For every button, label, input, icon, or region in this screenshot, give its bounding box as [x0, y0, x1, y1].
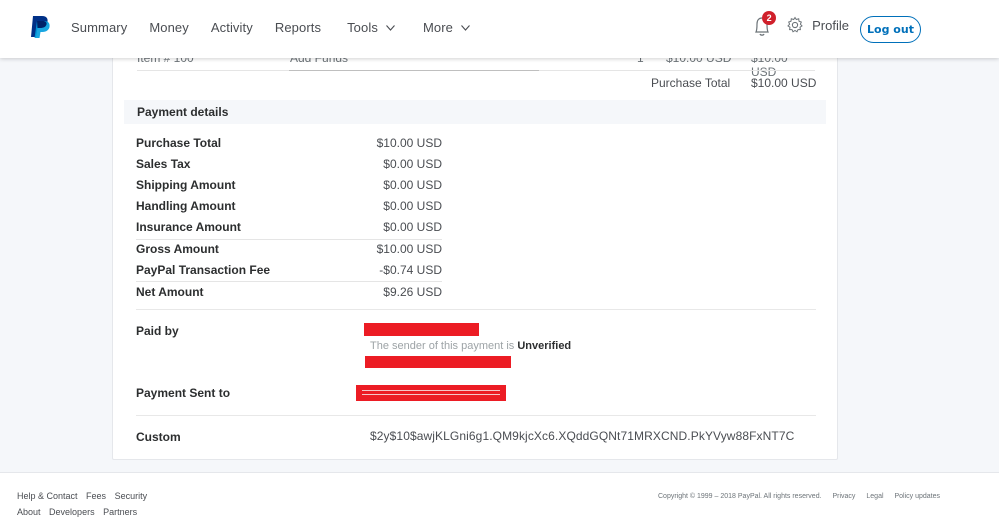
paypal-logo-icon[interactable] [28, 15, 52, 39]
chevron-down-icon [386, 24, 395, 31]
custom-label: Custom [136, 430, 181, 444]
nav-label: Activity [210, 20, 253, 35]
nav-activity[interactable]: Activity [211, 20, 253, 35]
detail-label: Handling Amount [136, 199, 236, 213]
notifications-button[interactable]: 2 [752, 11, 777, 38]
paid-by-label: Paid by [136, 324, 179, 338]
detail-label: Net Amount [136, 285, 204, 299]
detail-row-insurance: Insurance Amount $0.00 USD [136, 217, 442, 238]
detail-row-sales-tax: Sales Tax $0.00 USD [136, 154, 442, 175]
detail-row-purchase-total: Purchase Total $10.00 USD [136, 133, 442, 154]
top-navigation-bar: Summary Money Activity Reports Tools Mor… [0, 0, 999, 58]
divider [136, 415, 816, 416]
footer-link-partners[interactable]: Partners [103, 507, 137, 517]
copyright-text: Copyright © 1999 – 2018 PayPal. All righ… [658, 493, 822, 500]
footer-link-security[interactable]: Security [115, 491, 148, 501]
footer-link-legal[interactable]: Legal [866, 493, 883, 500]
detail-row-shipping: Shipping Amount $0.00 USD [136, 175, 442, 196]
footer-link-privacy[interactable]: Privacy [832, 493, 855, 500]
detail-label: Sales Tax [136, 157, 191, 171]
nav-label: More [422, 20, 453, 35]
divider [289, 70, 539, 71]
detail-value: $10.00 USD [376, 242, 442, 256]
detail-row-handling: Handling Amount $0.00 USD [136, 196, 442, 217]
nav-label: Tools [347, 20, 378, 35]
footer-link-help[interactable]: Help & Contact [17, 491, 78, 501]
footer-link-fees[interactable]: Fees [86, 491, 106, 501]
nav-money[interactable]: Money [149, 20, 189, 35]
payment-sent-to-label: Payment Sent to [136, 386, 231, 400]
detail-label: PayPal Transaction Fee [136, 263, 271, 277]
detail-label: Insurance Amount [136, 220, 241, 234]
detail-value: $0.00 USD [383, 220, 442, 234]
footer: Help & Contact Fees Security About Devel… [0, 472, 999, 519]
detail-value: $10.00 USD [376, 136, 442, 150]
purchase-total-label: Purchase Total [651, 76, 731, 90]
header-tools: 2 Profile [752, 11, 849, 38]
purchase-total-value: $10.00 USD [751, 76, 817, 90]
custom-value: $2y$10$awjKLGni6g1.QM9kjcXc6.XQddGQNt71M… [370, 429, 795, 443]
sender-verification-note: The sender of this payment is Unverified [370, 340, 571, 352]
nav-label: Summary [71, 20, 128, 35]
redacted-recipient-email [356, 385, 506, 401]
sender-note-text: The sender of this payment is [370, 340, 515, 352]
payment-details-heading: Payment details [124, 100, 826, 124]
detail-row-net: Net Amount $9.26 USD [136, 282, 442, 303]
nav-summary[interactable]: Summary [71, 20, 127, 35]
footer-links-row-2: About Developers Partners [17, 507, 143, 517]
footer-links-row-1: Help & Contact Fees Security [17, 491, 153, 501]
divider [136, 309, 816, 310]
footer-link-policy-updates[interactable]: Policy updates [894, 493, 940, 500]
nav-reports[interactable]: Reports [275, 20, 321, 35]
footer-link-developers[interactable]: Developers [49, 507, 95, 517]
nav-tools[interactable]: Tools [347, 20, 395, 35]
detail-value: $0.00 USD [383, 178, 442, 192]
nav-label: Reports [274, 20, 322, 35]
logout-button[interactable]: Log out [860, 16, 921, 43]
redacted-sender-name [364, 323, 479, 336]
detail-row-fee: PayPal Transaction Fee -$0.74 USD [136, 260, 442, 281]
detail-value: $0.00 USD [383, 157, 442, 171]
detail-label: Gross Amount [136, 242, 219, 256]
detail-value: -$0.74 USD [379, 263, 442, 277]
chevron-down-icon [461, 24, 470, 31]
nav-more[interactable]: More [423, 20, 470, 35]
detail-value: $9.26 USD [383, 285, 442, 299]
gear-icon[interactable] [786, 16, 804, 34]
redacted-sender-email [365, 356, 511, 368]
detail-row-gross: Gross Amount $10.00 USD [136, 239, 442, 260]
detail-label: Shipping Amount [136, 178, 236, 192]
main-nav: Summary Money Activity Reports Tools Mor… [71, 20, 492, 35]
sender-status: Unverified [517, 340, 572, 352]
footer-legal: Copyright © 1999 – 2018 PayPal. All righ… [658, 493, 949, 500]
transaction-details-card: Item # 100 Add Funds 1 $10.00 USD $10.00… [112, 30, 838, 460]
footer-link-about[interactable]: About [17, 507, 41, 517]
detail-value: $0.00 USD [383, 199, 442, 213]
profile-link[interactable]: Profile [812, 18, 849, 33]
detail-label: Purchase Total [136, 136, 222, 150]
nav-label: Money [149, 20, 189, 35]
